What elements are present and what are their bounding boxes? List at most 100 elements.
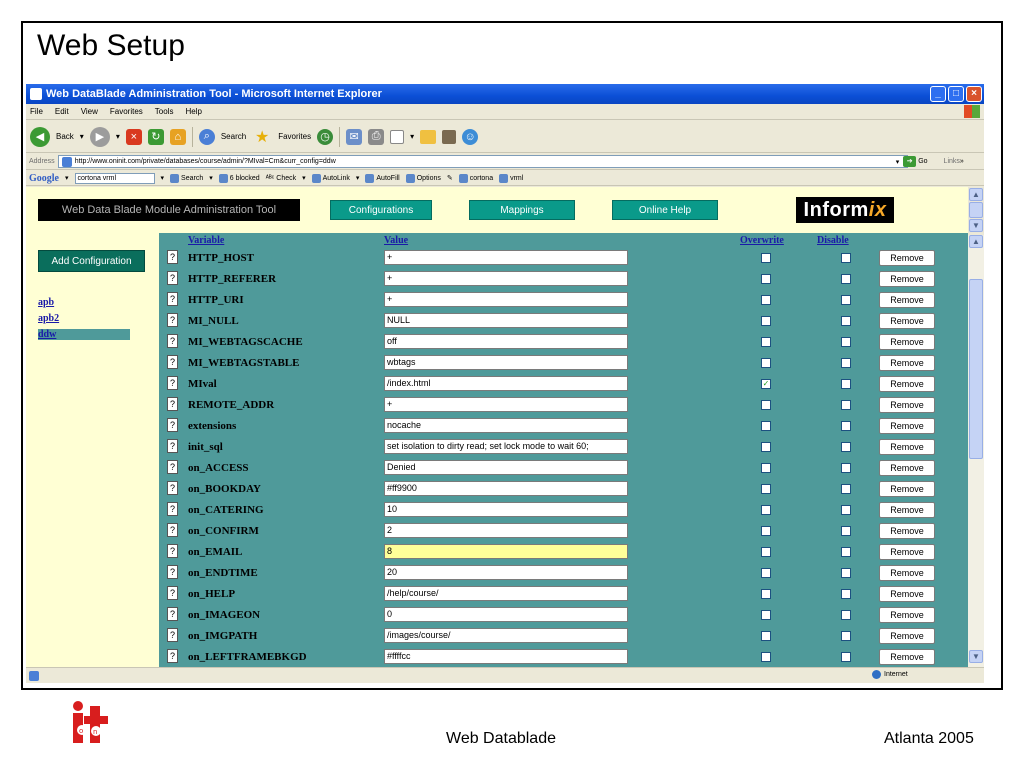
overwrite-checkbox[interactable] [761,358,771,368]
disable-checkbox[interactable] [841,568,851,578]
overwrite-checkbox[interactable] [761,484,771,494]
overwrite-checkbox[interactable] [761,568,771,578]
help-icon[interactable]: ? [167,628,178,642]
mappings-button[interactable]: Mappings [469,200,575,220]
check-dropdown-icon[interactable]: ▾ [302,174,306,182]
help-icon[interactable]: ? [167,418,178,432]
remove-button[interactable]: Remove [879,292,935,308]
links-chevron-icon[interactable]: » [960,158,964,165]
remove-button[interactable]: Remove [879,397,935,413]
refresh-icon[interactable]: ↻ [147,128,164,145]
blocked-label[interactable]: 6 blocked [230,175,260,182]
remove-button[interactable]: Remove [879,565,935,581]
value-input[interactable]: Denied [384,460,628,475]
overwrite-checkbox[interactable] [761,463,771,473]
value-input[interactable]: 20 [384,565,628,580]
google-search-button[interactable]: Search [170,173,203,183]
main-frame-scrollbar[interactable]: ▲ ▼ [968,235,984,667]
remove-button[interactable]: Remove [879,376,935,392]
disable-checkbox[interactable] [841,442,851,452]
overwrite-checkbox[interactable] [761,442,771,452]
term-vrml-label[interactable]: vrml [510,175,523,182]
value-input[interactable]: /images/course/ [384,628,628,643]
folder-icon[interactable] [420,129,437,144]
disable-checkbox[interactable] [841,652,851,662]
overwrite-checkbox[interactable] [761,505,771,515]
help-icon[interactable]: ? [167,271,178,285]
google-search-input[interactable]: cortona vrml [74,172,155,184]
header-frame-scrollbar[interactable]: ▲ ▼ [968,187,984,233]
value-input[interactable]: #ffffcc [384,649,628,664]
value-input[interactable]: + [384,250,628,265]
value-input[interactable]: #ff9900 [384,481,628,496]
help-icon[interactable]: ? [167,313,178,327]
value-input[interactable]: /help/course/ [384,586,628,601]
config-link-apb[interactable]: apb [38,297,54,308]
remove-button[interactable]: Remove [879,250,935,266]
config-link-apb2[interactable]: apb2 [38,313,59,324]
go-button[interactable]: ➔ Go [903,156,928,167]
search-label[interactable]: Search [221,132,246,141]
google-search-label[interactable]: Search [181,175,203,182]
help-icon[interactable]: ? [167,481,178,495]
value-input[interactable]: wbtags [384,355,628,370]
google-autofill-button[interactable]: AutoFill [365,173,400,183]
scroll-down-icon[interactable]: ▼ [969,650,983,663]
help-icon[interactable]: ? [167,586,178,600]
disable-checkbox[interactable] [841,295,851,305]
scroll-up-icon[interactable]: ▲ [969,188,983,201]
google-search-dropdown-icon[interactable]: ▾ [209,174,213,182]
mail-icon[interactable]: ✉ [346,128,363,145]
menu-help[interactable]: Help [185,107,201,116]
research-icon[interactable] [442,129,457,144]
autofill-label[interactable]: AutoFill [376,175,399,182]
address-input[interactable]: http://www.oninit.com/private/databases/… [57,155,908,168]
overwrite-checkbox[interactable] [761,589,771,599]
home-icon[interactable]: ⌂ [169,128,186,145]
value-input[interactable]: NULL [384,313,628,328]
menu-file[interactable]: File [30,107,43,116]
go-label[interactable]: Go [918,158,927,165]
overwrite-checkbox[interactable] [761,316,771,326]
disable-checkbox[interactable] [841,379,851,389]
maximize-icon[interactable]: □ [948,86,964,102]
remove-button[interactable]: Remove [879,607,935,623]
disable-checkbox[interactable] [841,631,851,641]
disable-checkbox[interactable] [841,547,851,557]
overwrite-checkbox[interactable] [761,253,771,263]
overwrite-checkbox[interactable] [761,274,771,284]
remove-button[interactable]: Remove [879,649,935,665]
help-icon[interactable]: ? [167,439,178,453]
print-icon[interactable]: ⎙ [368,128,385,145]
scroll-thumb[interactable] [969,202,983,218]
help-icon[interactable]: ? [167,250,178,264]
help-icon[interactable]: ? [167,292,178,306]
check-label[interactable]: Check [276,175,296,182]
disable-checkbox[interactable] [841,316,851,326]
options-label[interactable]: Options [417,175,441,182]
help-icon[interactable]: ? [167,355,178,369]
edit-icon[interactable] [390,129,405,144]
disable-checkbox[interactable] [841,484,851,494]
overwrite-checkbox[interactable] [761,652,771,662]
menu-tools[interactable]: Tools [155,107,174,116]
disable-checkbox[interactable] [841,337,851,347]
disable-checkbox[interactable] [841,421,851,431]
help-icon[interactable]: ? [167,649,178,663]
forward-icon[interactable]: ▶ [89,126,110,147]
back-label[interactable]: Back [56,132,74,141]
remove-button[interactable]: Remove [879,544,935,560]
scroll-down-icon[interactable]: ▼ [969,219,983,232]
value-input[interactable]: 10 [384,502,628,517]
go-arrow-icon[interactable]: ➔ [903,156,917,167]
remove-button[interactable]: Remove [879,271,935,287]
help-icon[interactable]: ? [167,376,178,390]
value-input[interactable]: 2 [384,523,628,538]
help-icon[interactable]: ? [167,565,178,579]
address-dropdown-icon[interactable]: ▾ [896,158,900,166]
google-check-button[interactable]: ᴬᴮᶜ Check [266,175,296,182]
help-icon[interactable]: ? [167,502,178,516]
autolink-dropdown-icon[interactable]: ▾ [356,174,360,182]
remove-button[interactable]: Remove [879,334,935,350]
messenger-icon[interactable]: ☺ [462,128,479,145]
